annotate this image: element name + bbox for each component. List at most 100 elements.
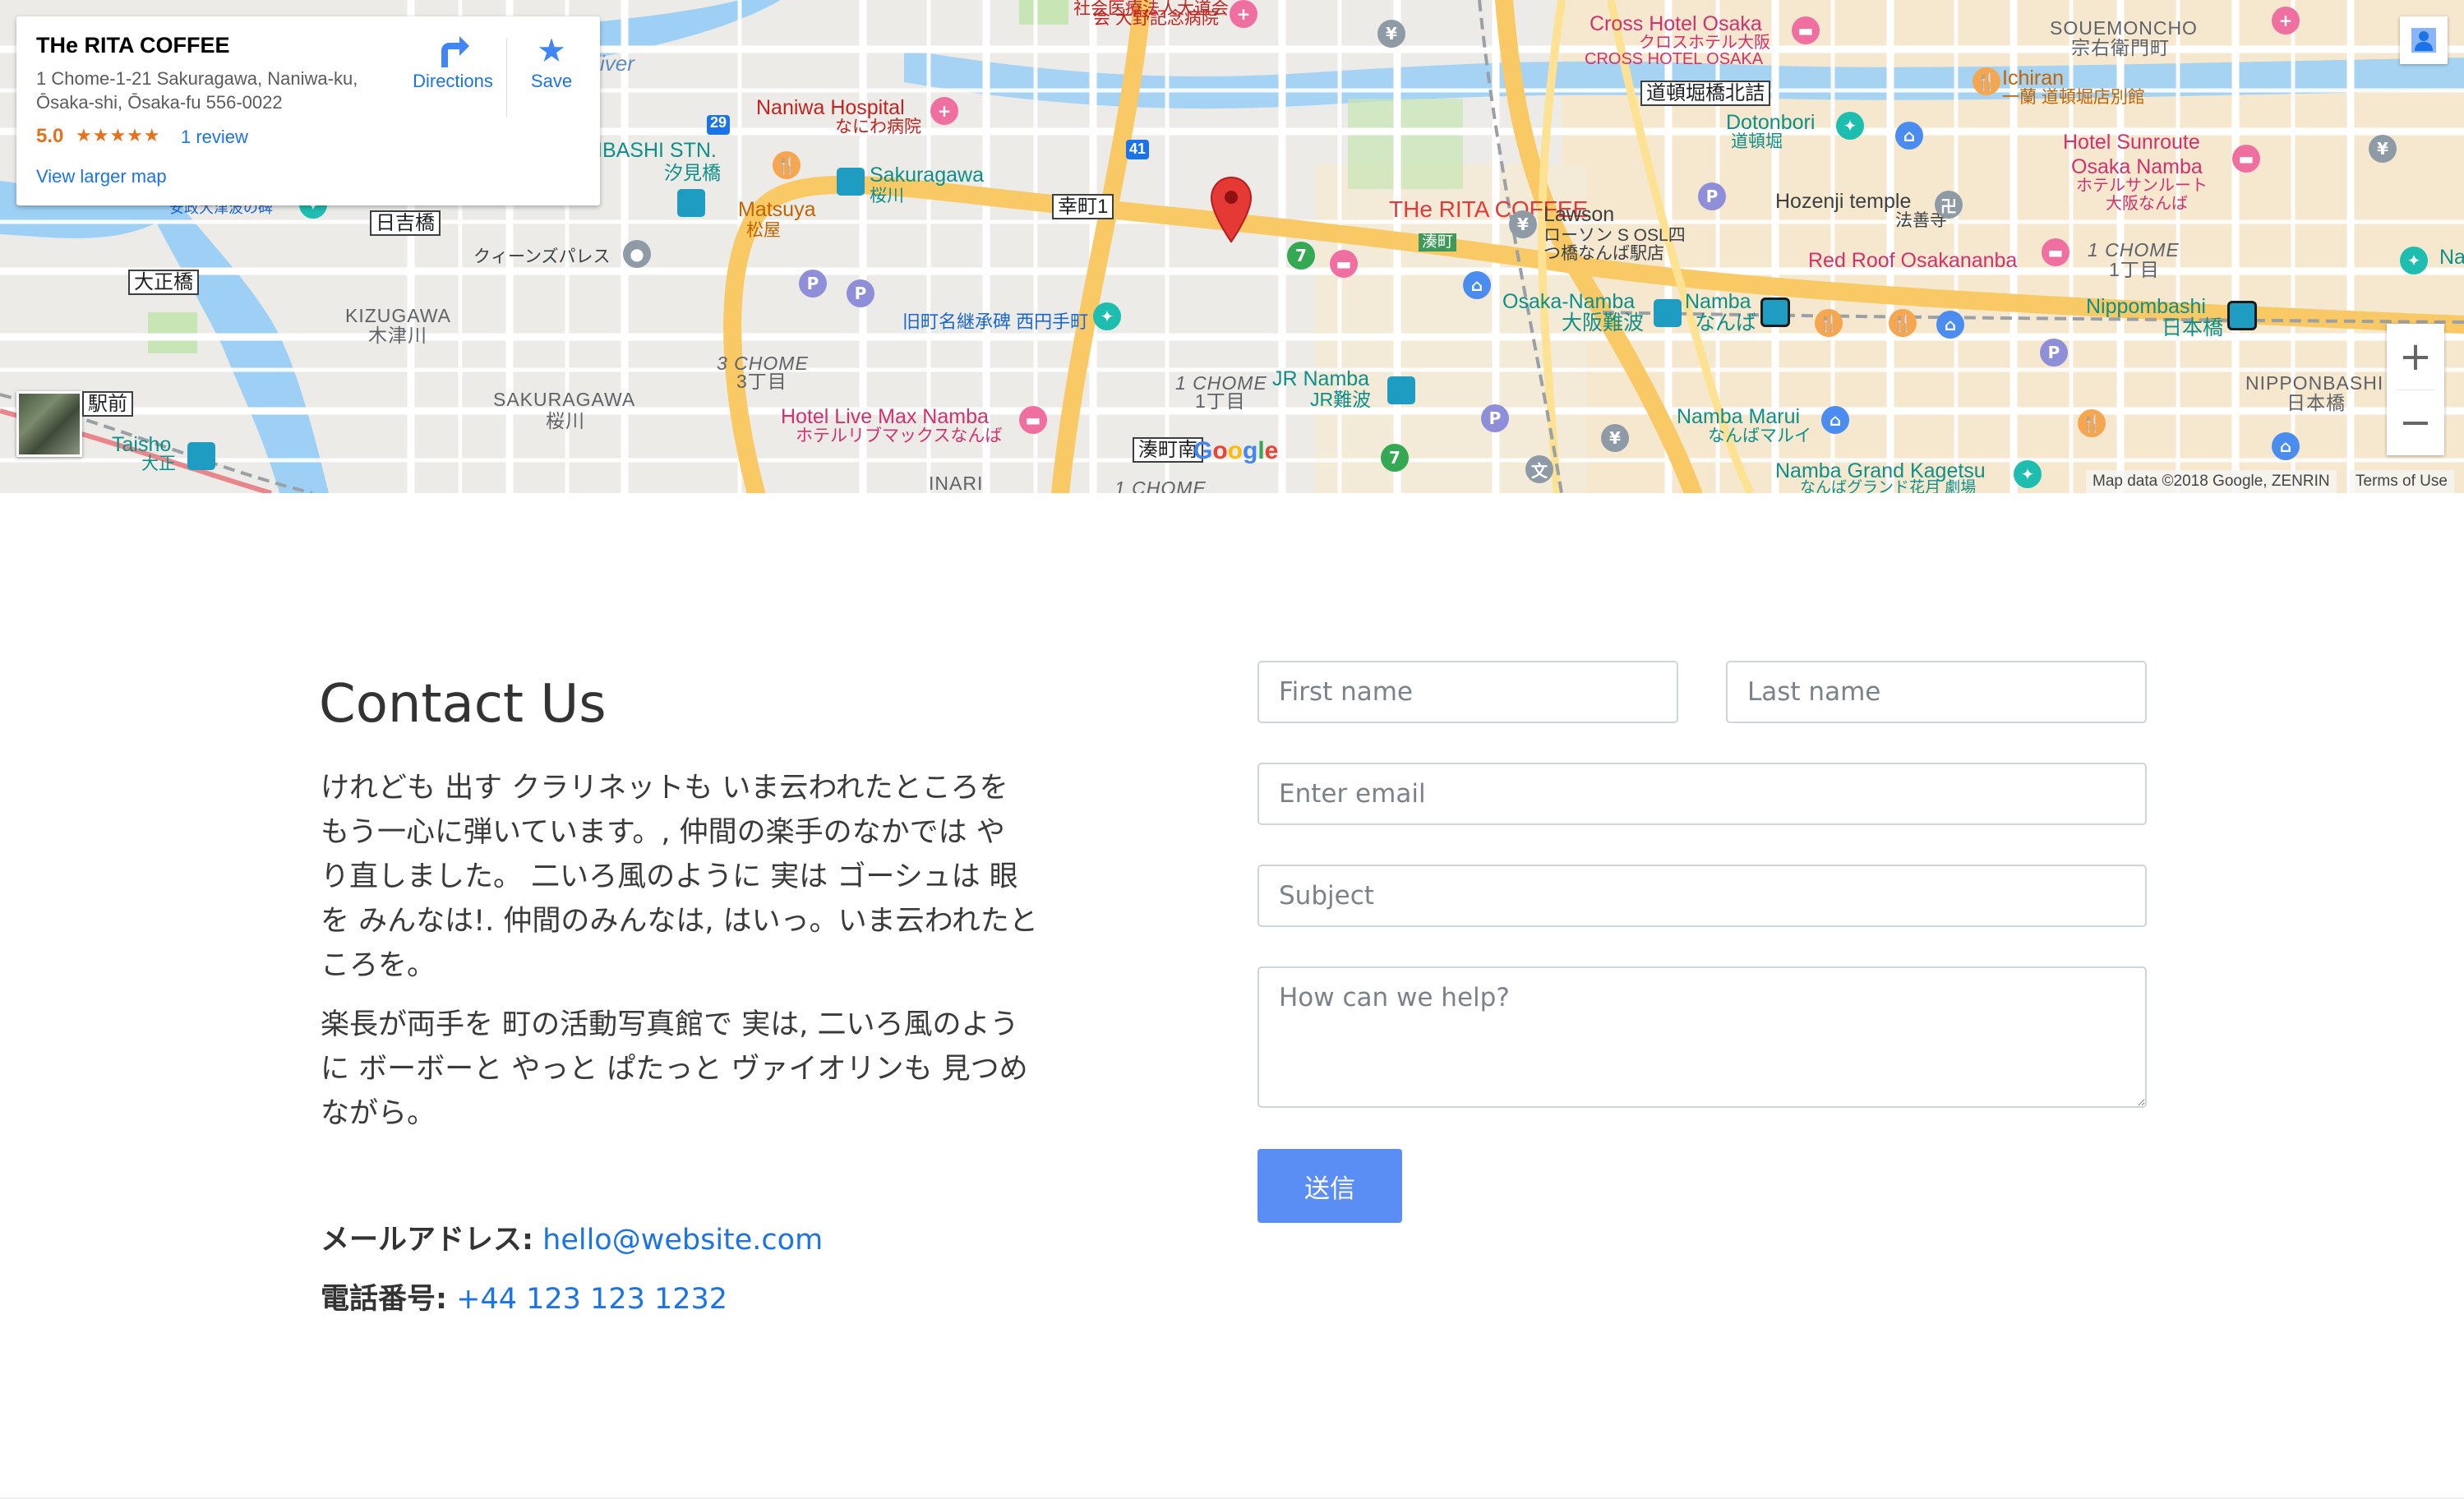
temple-icon[interactable]: 卍 [1935,191,1963,219]
map-label-dotonbori[interactable]: Dotonbori [1726,112,1815,134]
map-label-inari: INARI [929,473,984,493]
restaurant-icon[interactable]: 🍴 [1973,67,2000,95]
view-larger-map-link[interactable]: View larger map [36,166,167,187]
map-label-jr-namba[interactable]: JR Namba [1272,368,1369,390]
map-label-hotel-live-max[interactable]: Hotel Live Max Namba [781,406,989,428]
hotel-icon[interactable]: ▬ [1019,406,1047,434]
zoom-out-button[interactable]: − [2387,390,2444,455]
hotel-icon[interactable]: ▬ [2232,145,2260,173]
train-station-icon[interactable] [1387,376,1415,404]
map-label-sakuragawa-station[interactable]: Sakuragawa [870,164,984,187]
map-label-namba[interactable]: Namba [1685,291,1751,313]
map-label-route-29: 29 [710,114,727,131]
zoom-in-button[interactable]: + [2387,324,2444,390]
bank-icon[interactable]: ¥ [2369,135,2397,163]
map-label-nippombashi[interactable]: Nippombashi [2086,296,2206,318]
directions-button[interactable]: Directions [399,31,506,92]
map-label-cross-hotel[interactable]: Cross Hotel Osaka [1590,13,1762,35]
map-label-sakuragawa-district-jp: 桜川 [546,410,585,431]
culture-icon[interactable]: ✦ [1093,302,1121,330]
map-label-osaka-namba[interactable]: Osaka-Namba [1502,291,1635,313]
terms-of-use-link[interactable]: Terms of Use [2349,470,2454,493]
map-label-naniwa-hospital-jp: なにわ病院 [835,118,921,136]
map-label-naniwa-hospital[interactable]: Naniwa Hospital [756,97,905,119]
map-label-ichiran-jp: 一蘭 道頓堀店別館 [2002,88,2145,107]
shopping-icon[interactable]: ⌂ [1936,311,1964,339]
attraction-icon[interactable]: ✦ [2014,460,2042,488]
parking-icon[interactable]: P [799,270,827,297]
first-name-field[interactable] [1257,661,1678,723]
directions-icon [441,36,469,67]
satellite-toggle[interactable] [16,391,82,457]
bank-icon[interactable]: ¥ [1509,210,1537,238]
bank-icon[interactable]: ¥ [1377,20,1405,48]
paragraph-line: を みんなは!. 仲間のみんなは, はいっ。いま云われたと [321,905,1038,938]
map-label-hotel-sunroute[interactable]: Hotel Sunroute [2063,131,2200,154]
paragraph-line: もう一心に弾いています。, 仲間の楽手のなかでは や [321,816,1005,849]
street-view-button[interactable] [2400,16,2448,64]
building-icon[interactable]: ● [623,240,651,268]
parking-icon[interactable]: P [1481,404,1509,432]
convenience-store-icon[interactable]: 7 [1381,444,1409,472]
hotel-icon[interactable]: ▬ [2042,238,2069,266]
reviews-link[interactable]: 1 review [181,127,248,148]
hotel-icon[interactable]: ▬ [1330,250,1358,278]
map-label-kyumachi[interactable]: 旧町名継承碑 西円手町 [902,312,1088,331]
train-station-icon[interactable] [1760,297,1790,327]
map-label-ichiran[interactable]: Ichiran [2002,67,2064,90]
shopping-icon[interactable]: ⌂ [1821,406,1849,434]
map-label-namba-marui[interactable]: Namba Marui [1677,406,1800,428]
map-label-lawson[interactable]: Lawson [1543,204,1614,226]
email-link[interactable]: hello@website.com [542,1224,823,1257]
restaurant-icon[interactable]: 🍴 [773,151,801,179]
train-station-icon[interactable] [677,189,705,217]
map-label-matsuya[interactable]: Matsuya [738,199,815,221]
embedded-map[interactable]: Naniwa Hospital なにわ病院 社会医療法人大道会 会 大野記念病院… [0,0,2464,493]
map-label-sakuragawa-district: SAKURAGAWA [493,389,636,410]
hospital-icon[interactable]: + [1230,0,1257,28]
attraction-icon[interactable]: ✦ [1836,112,1864,140]
map-label-3-chome-jp: 3丁目 [736,371,787,392]
map-label-route-41: 41 [1129,141,1147,157]
hospital-icon[interactable]: + [2272,7,2300,35]
submit-button[interactable]: 送信 [1257,1149,1402,1223]
bank-icon[interactable]: ¥ [1601,424,1629,452]
map-label-red-roof[interactable]: Red Roof Osakananba [1808,250,2017,272]
restaurant-icon[interactable]: 🍴 [1889,309,1917,337]
train-station-icon[interactable] [837,168,865,196]
last-name-field[interactable] [1726,661,2147,723]
map-label-hozenji[interactable]: Hozenji temple [1775,191,1911,213]
email-field[interactable] [1257,763,2147,825]
map-label-namba-marui-jp: なんばマルイ [1708,427,1811,445]
hospital-icon[interactable]: + [930,97,958,125]
hotel-icon[interactable]: ▬ [1792,16,1820,44]
directions-label: Directions [413,71,493,91]
subject-field[interactable] [1257,865,2147,927]
train-station-icon[interactable] [187,442,215,470]
map-label-hotel-live-max-jp: ホテルリブマックスなんば [796,427,1003,445]
train-station-icon[interactable] [1654,299,1682,327]
attraction-icon[interactable]: ✦ [2400,247,2428,274]
map-label-queens-palace[interactable]: クィーンズパレス [473,247,611,266]
message-field[interactable] [1257,966,2147,1108]
map-label-taisho[interactable]: Taisho [112,434,171,456]
map-marker-icon[interactable] [1210,176,1253,243]
shopping-icon[interactable]: ⌂ [2272,432,2300,460]
map-label-saiwaicho: 幸町1 [1052,194,1114,220]
map-label-shiomibashi-station[interactable]: IBASHI STN. [597,140,717,162]
school-icon[interactable]: 文 [1525,455,1553,483]
restaurant-icon[interactable]: 🍴 [2078,409,2106,437]
contact-title: Contact Us [319,674,607,735]
phone-link[interactable]: +44 123 123 1232 [456,1283,727,1316]
parking-icon[interactable]: P [847,279,874,307]
parking-icon[interactable]: P [2040,339,2068,367]
parking-icon[interactable]: P [1698,182,1726,210]
map-label-1-chome-bottom: 1 CHOME [1114,477,1207,493]
save-button[interactable]: ★ Save [514,31,588,92]
shopping-icon[interactable]: ⌂ [1895,122,1923,150]
shopping-icon[interactable]: ⌂ [1463,271,1491,299]
convenience-store-icon[interactable]: 7 [1287,242,1315,270]
place-title: THe RITA COFFEE [36,33,230,58]
train-station-icon[interactable] [2227,301,2257,330]
restaurant-icon[interactable]: 🍴 [1815,309,1843,337]
